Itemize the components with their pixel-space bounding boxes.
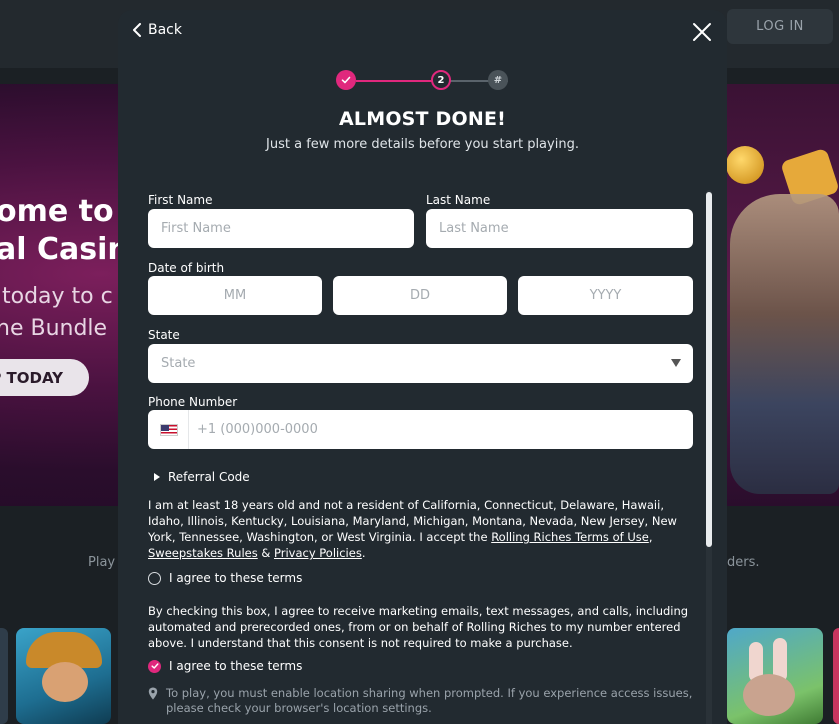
game-tile-bunny[interactable]	[727, 628, 823, 724]
location-note-text: To play, you must enable location sharin…	[166, 686, 693, 715]
terms-agree-label: I agree to these terms	[169, 571, 303, 585]
game-tile-edge[interactable]	[833, 628, 839, 724]
check-icon	[150, 663, 159, 669]
close-icon[interactable]	[692, 22, 712, 42]
signup-modal: Back 2 # ALMOST DONE! Just a few more de…	[118, 10, 727, 724]
referral-code-label: Referral Code	[168, 470, 250, 484]
chevron-left-icon	[133, 23, 141, 37]
step-3-upcoming: #	[488, 70, 508, 90]
referral-code-toggle[interactable]: Referral Code	[154, 470, 250, 484]
terms-of-use-link[interactable]: Rolling Riches Terms of Use	[491, 530, 649, 544]
unchecked-radio-icon	[148, 571, 161, 585]
dob-label: Date of birth	[148, 261, 225, 275]
location-pin-icon	[148, 687, 158, 700]
dob-month-input[interactable]	[148, 276, 322, 315]
us-flag-icon[interactable]	[160, 423, 178, 436]
stepper-line-complete	[356, 80, 432, 82]
checked-icon	[148, 659, 161, 673]
dob-year-input[interactable]	[518, 276, 693, 315]
terms-separator: ,	[648, 530, 653, 544]
phone-label: Phone Number	[148, 395, 238, 409]
marketing-consent-text: By checking this box, I agree to receive…	[148, 604, 689, 650]
game-tile-mexican[interactable]	[16, 628, 111, 724]
dob-day-input[interactable]	[333, 276, 507, 315]
marketing-agree-checkbox[interactable]: I agree to these terms	[148, 659, 302, 673]
modal-subtitle: Just a few more details before you start…	[266, 137, 579, 152]
last-name-input[interactable]	[426, 209, 693, 248]
state-label: State	[148, 328, 180, 342]
first-name-label: First Name	[148, 193, 213, 207]
section-subtitle-left: Play	[88, 555, 116, 570]
sweepstakes-rules-link[interactable]: Sweepstakes Rules	[148, 546, 258, 560]
caret-down-icon	[671, 359, 681, 367]
bunny-head-image	[743, 674, 795, 716]
hero-subheading-line1: today to c	[2, 284, 113, 309]
last-name-label: Last Name	[426, 193, 491, 207]
lion-mascot-image	[730, 194, 839, 494]
phone-field	[148, 410, 693, 449]
modal-title: ALMOST DONE!	[339, 108, 506, 130]
state-select-value: State	[161, 356, 196, 371]
back-label: Back	[148, 22, 182, 38]
hero-subheading-line2: ne Bundle	[0, 316, 108, 341]
first-name-input[interactable]	[148, 209, 414, 248]
privacy-policies-link[interactable]: Privacy Policies	[274, 546, 362, 560]
hero-signup-button[interactable]: P TODAY	[0, 359, 89, 396]
terms-agree-checkbox[interactable]: I agree to these terms	[148, 571, 302, 585]
scrollbar-thumb[interactable]	[706, 192, 712, 547]
section-subtitle-right: ders.	[727, 555, 760, 570]
game-tile-edge[interactable]	[0, 628, 8, 724]
triangle-right-icon	[154, 473, 160, 481]
state-select[interactable]: State	[148, 344, 693, 383]
back-button[interactable]: Back	[132, 22, 182, 38]
terms-period: .	[361, 546, 366, 560]
step-2-current: 2	[431, 70, 451, 90]
phone-input[interactable]	[189, 411, 693, 448]
check-icon	[341, 76, 351, 84]
terms-text: I am at least 18 years old and not a res…	[148, 497, 693, 561]
terms-separator: &	[257, 546, 274, 560]
marketing-agree-label: I agree to these terms	[169, 659, 303, 673]
step-1-complete	[336, 70, 356, 90]
progress-stepper: 2 #	[336, 70, 508, 92]
location-note: To play, you must enable location sharin…	[148, 686, 693, 716]
coin-image	[726, 146, 764, 184]
login-button[interactable]: LOG IN	[727, 9, 833, 44]
character-face-image	[42, 662, 88, 702]
